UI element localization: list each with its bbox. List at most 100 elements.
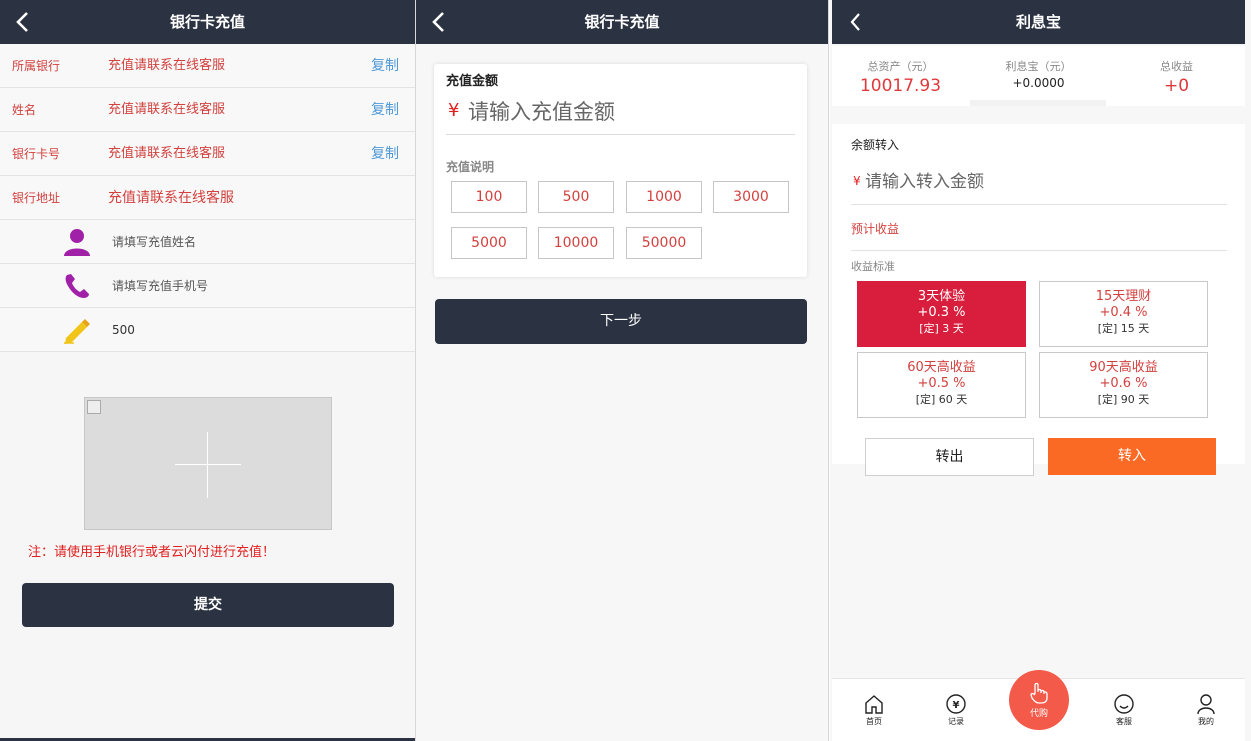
submit-button[interactable]: 提交: [22, 583, 394, 627]
tab-purchase[interactable]: 代购: [1009, 670, 1069, 730]
bank-recharge-screen-1: 银行卡充值 所属银行 充值请联系在线客服 复制 姓名 充值请联系在线客服 复制 …: [0, 0, 416, 741]
yen-record-icon: ¥: [946, 694, 966, 714]
row-value: 充值请联系在线客服: [108, 146, 226, 161]
row-label: 所属银行: [12, 59, 61, 73]
tab-label: 客服: [1116, 717, 1132, 726]
svg-text:¥: ¥: [953, 700, 960, 711]
stat-label: 总资产（元）: [867, 60, 934, 73]
currency-symbol: ¥: [448, 100, 460, 121]
row-value: 充值请联系在线客服: [108, 102, 226, 117]
tab-home[interactable]: 首页: [844, 693, 904, 727]
row-value: 充值请联系在线客服: [108, 58, 226, 73]
amount-option[interactable]: 10000: [538, 227, 614, 259]
plus-icon: [175, 432, 241, 498]
estimated-earnings-label: 预计收益: [851, 222, 900, 236]
tab-label: 我的: [1198, 717, 1214, 726]
page-title: 银行卡充值: [584, 13, 660, 31]
plan-option-60-day[interactable]: 60天高收益 +0.5 % [定] 60 天: [857, 352, 1026, 418]
plan-rate: +0.5 %: [917, 376, 966, 391]
tab-label: 代购: [1029, 709, 1048, 719]
next-step-button[interactable]: 下一步: [435, 299, 807, 344]
tab-records[interactable]: ¥ 记录: [926, 693, 986, 727]
recharge-amount-input[interactable]: [468, 96, 788, 128]
recharge-amount-card: 充值金额 ¥ 充值说明 100 500 1000 3000 5000 10000…: [434, 64, 807, 277]
recharge-name-input[interactable]: [112, 230, 392, 254]
person-icon: [1197, 694, 1215, 715]
card-number-row: 银行卡号 充值请联系在线客服 复制: [0, 132, 415, 176]
top-bar: 利息宝: [832, 0, 1245, 44]
page-title: 利息宝: [1015, 13, 1061, 31]
pencil-icon: [64, 319, 90, 344]
bank-recharge-screen-2: 银行卡充值 充值金额 ¥ 充值说明 100 500 1000 3000 5000…: [416, 0, 829, 741]
tab-mine[interactable]: 我的: [1176, 693, 1236, 727]
plan-name: 15天理财: [1095, 289, 1152, 304]
stat-label: 总收益: [1160, 60, 1193, 73]
plan-option-3-day[interactable]: 3天体验 +0.3 % [定] 3 天: [857, 281, 1026, 347]
name-row: 姓名 充值请联系在线客服 复制: [0, 88, 415, 132]
stat-value: +0: [1163, 76, 1190, 96]
bank-address-row: 银行地址 充值请联系在线客服: [0, 176, 415, 220]
asset-stats: 总资产（元） 10017.93 利息宝（元） +0.0000 总收益 +0: [832, 46, 1245, 106]
page-title: 银行卡充值: [169, 13, 245, 31]
stat-value: +0.0000: [1012, 76, 1065, 90]
name-input-row: [0, 220, 415, 264]
stat-value: 10017.93: [859, 76, 942, 96]
amount-option[interactable]: 500: [538, 181, 614, 213]
amount-heading: 充值金额: [446, 74, 499, 89]
stat-label: 利息宝（元）: [1005, 60, 1072, 73]
amount-option[interactable]: 50000: [626, 227, 702, 259]
smile-icon: [1114, 694, 1134, 714]
tab-customer-service[interactable]: 客服: [1094, 693, 1154, 727]
plan-term: [定] 60 天: [915, 393, 968, 406]
interest-treasure-screen: 利息宝 总资产（元） 10017.93 利息宝（元） +0.0000 总收益 +…: [830, 0, 1251, 741]
active-indicator: [970, 100, 1106, 106]
hand-icon: [1030, 682, 1048, 704]
earnings-standard-label: 收益标准: [851, 260, 895, 273]
plan-term: [定] 3 天: [919, 322, 964, 335]
row-label: 银行卡号: [12, 147, 61, 161]
plan-name: 90天高收益: [1089, 360, 1158, 375]
recharge-amount-input[interactable]: [112, 318, 392, 342]
row-label: 姓名: [12, 103, 37, 117]
currency-symbol: ¥: [853, 174, 861, 188]
phone-icon: [65, 274, 89, 298]
copy-button[interactable]: 复制: [371, 44, 399, 88]
amount-option[interactable]: 3000: [713, 181, 789, 213]
recharge-phone-input[interactable]: [112, 274, 392, 298]
divider: [851, 204, 1227, 205]
description-heading: 充值说明: [446, 160, 495, 174]
copy-button[interactable]: 复制: [371, 88, 399, 132]
recharge-note: 注：请使用手机银行或者云闪付进行充值！: [28, 545, 276, 560]
home-icon: [865, 695, 883, 714]
amount-input-row: [0, 308, 415, 352]
divider: [446, 134, 795, 135]
amount-option[interactable]: 1000: [626, 181, 702, 213]
transfer-heading: 余额转入: [851, 138, 900, 152]
transfer-in-button[interactable]: 转入: [1048, 438, 1216, 475]
amount-option[interactable]: 100: [451, 181, 527, 213]
amount-option[interactable]: 5000: [451, 227, 527, 259]
transfer-panel: 余额转入 ¥ 预计收益 收益标准 3天体验 +0.3 % [定] 3 天 15天…: [832, 124, 1245, 476]
plan-option-15-day[interactable]: 15天理财 +0.4 % [定] 15 天: [1039, 281, 1208, 347]
plan-option-90-day[interactable]: 90天高收益 +0.6 % [定] 90 天: [1039, 352, 1208, 418]
total-earnings-stat: 总收益 +0: [1108, 46, 1245, 96]
voucher-upload-area[interactable]: [84, 397, 332, 530]
total-assets-stat: 总资产（元） 10017.93: [832, 46, 969, 96]
plan-rate: +0.6 %: [1099, 376, 1148, 391]
top-bar: 银行卡充值: [0, 0, 415, 44]
plan-term: [定] 15 天: [1097, 322, 1150, 335]
divider: [851, 250, 1227, 251]
bank-row: 所属银行 充值请联系在线客服 复制: [0, 44, 415, 88]
transfer-out-button[interactable]: 转出: [865, 438, 1034, 476]
row-value: 充值请联系在线客服: [108, 190, 234, 206]
broken-image-icon: [87, 400, 101, 414]
copy-button[interactable]: 复制: [371, 132, 399, 176]
tab-label: 首页: [866, 717, 882, 726]
plan-rate: +0.4 %: [1099, 305, 1148, 320]
tab-label: 记录: [948, 717, 964, 726]
interest-balance-stat: 利息宝（元） +0.0000: [970, 46, 1107, 90]
transfer-amount-input[interactable]: [865, 168, 1225, 196]
plan-term: [定] 90 天: [1097, 393, 1150, 406]
user-icon: [64, 229, 90, 256]
plan-name: 60天高收益: [907, 360, 976, 375]
